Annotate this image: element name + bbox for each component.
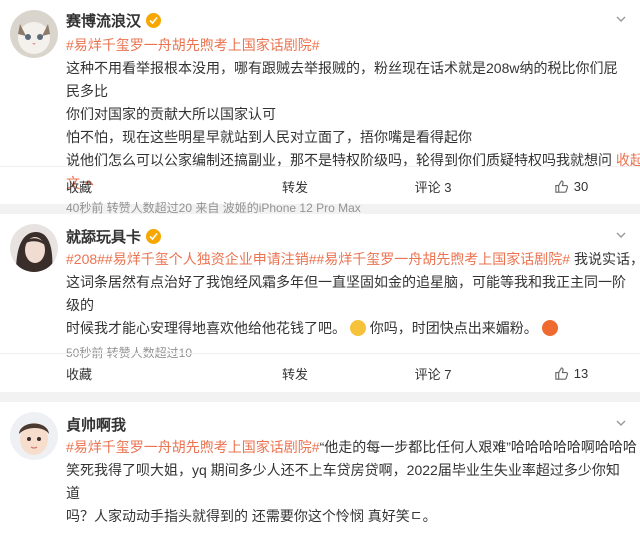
repost-label: 转发	[281, 366, 308, 382]
chevron-down-icon[interactable]	[616, 14, 626, 24]
thumbs-up-icon	[555, 366, 568, 380]
hashtag-link[interactable]: #易烊千玺罗一舟胡先煦考上国家话剧院#	[66, 439, 320, 455]
action-bar: 收藏 转发 评论 7 13	[0, 353, 640, 392]
username[interactable]: 赛博流浪汉	[66, 10, 141, 31]
like-count: 13	[573, 365, 589, 381]
repost-label: 转发	[281, 179, 308, 195]
post-line: 怕不怕，现在这些明星早就站到人民对立面了，捂你嘴是看得起你	[66, 129, 472, 145]
collect-button[interactable]: 收藏	[0, 354, 226, 392]
hashtag-link[interactable]: #208##易烊千玺个人独资企业申请注销##易烊千玺罗一舟胡先煦考上国家话剧院#	[66, 251, 570, 267]
username-row: 就舔玩具卡	[66, 226, 162, 247]
weibo-feed: 赛博流浪汉 #易烊千玺罗一舟胡先煦考上国家话剧院# 这种不用看举报根本没用，哪有…	[0, 0, 640, 549]
username[interactable]: 貞帅啊我	[66, 414, 126, 435]
post-line: 你吗，时团快点出来媚粉。	[365, 320, 538, 336]
like-button[interactable]: 13	[502, 354, 640, 392]
angry-emoji-icon	[541, 320, 558, 336]
comment-button[interactable]: 评论 7	[364, 354, 502, 392]
hashtag-link[interactable]: #易烊千玺罗一舟胡先煦考上国家话剧院#	[66, 37, 320, 53]
like-button[interactable]: 30	[502, 167, 640, 205]
post-card: 就舔玩具卡 #208##易烊千玺个人独资企业申请注销##易烊千玺罗一舟胡先煦考上…	[0, 214, 640, 392]
comment-label: 评论 3	[414, 179, 452, 195]
post-card: 赛博流浪汉 #易烊千玺罗一舟胡先煦考上国家话剧院# 这种不用看举报根本没用，哪有…	[0, 0, 640, 215]
collect-label: 收藏	[66, 366, 93, 382]
chevron-down-icon[interactable]	[616, 418, 626, 428]
username-row: 貞帅啊我	[66, 414, 126, 435]
post-line: 这词条居然有点治好了我饱经风霜多年但一直坚固如金的追星脑，可能等我和我正主同一阶…	[66, 274, 626, 313]
collect-button[interactable]: 收藏	[0, 167, 226, 205]
post-line: 我说实话，	[570, 251, 640, 267]
post-line: 吗？人家动动手指头就得到的 还需要你这个怜悯 真好笑ㄷ。	[66, 508, 437, 524]
post-line: 时候我才能心安理得地喜欢他给他花钱了吧。	[66, 320, 346, 336]
post-line: 笑死我得了呗大姐，yq 期间多少人还不上车贷房贷啊，2022届毕业生失业率超过多…	[66, 462, 620, 501]
chevron-down-icon[interactable]	[616, 230, 626, 240]
post-line: “他走的每一步都比任何人艰难”哈哈哈哈哈啊哈哈哈	[319, 439, 637, 455]
post-header: 赛博流浪汉	[0, 0, 640, 58]
thumbs-up-icon	[555, 179, 568, 193]
post-text: #208##易烊千玺个人独资企业申请注销##易烊千玺罗一舟胡先煦考上国家话剧院#…	[0, 248, 640, 365]
sweat-emoji-icon	[349, 320, 366, 336]
comment-label: 评论 7	[414, 366, 452, 382]
repost-button[interactable]: 转发	[226, 354, 364, 392]
like-count: 30	[573, 178, 589, 194]
action-bar: 收藏 转发 评论 3 30	[0, 166, 640, 205]
verified-badge-icon	[146, 229, 162, 244]
post-text: #易烊千玺罗一舟胡先煦考上国家话剧院#“他走的每一步都比任何人艰难”哈哈哈哈哈啊…	[0, 436, 640, 528]
comment-button[interactable]: 评论 3	[364, 167, 502, 205]
username[interactable]: 就舔玩具卡	[66, 226, 141, 247]
username-row: 赛博流浪汉	[66, 10, 162, 31]
verified-badge-icon	[146, 13, 162, 28]
post-card: 貞帅啊我 #易烊千玺罗一舟胡先煦考上国家话剧院#“他走的每一步都比任何人艰难”哈…	[0, 402, 640, 549]
repost-button[interactable]: 转发	[226, 167, 364, 205]
post-line: 这种不用看举报根本没用，哪有跟贼去举报贼的，粉丝现在话术就是208w纳的税比你们…	[66, 60, 618, 99]
collect-label: 收藏	[66, 179, 93, 195]
post-line: 你们对国家的贡献大所以国家认可	[66, 106, 276, 122]
